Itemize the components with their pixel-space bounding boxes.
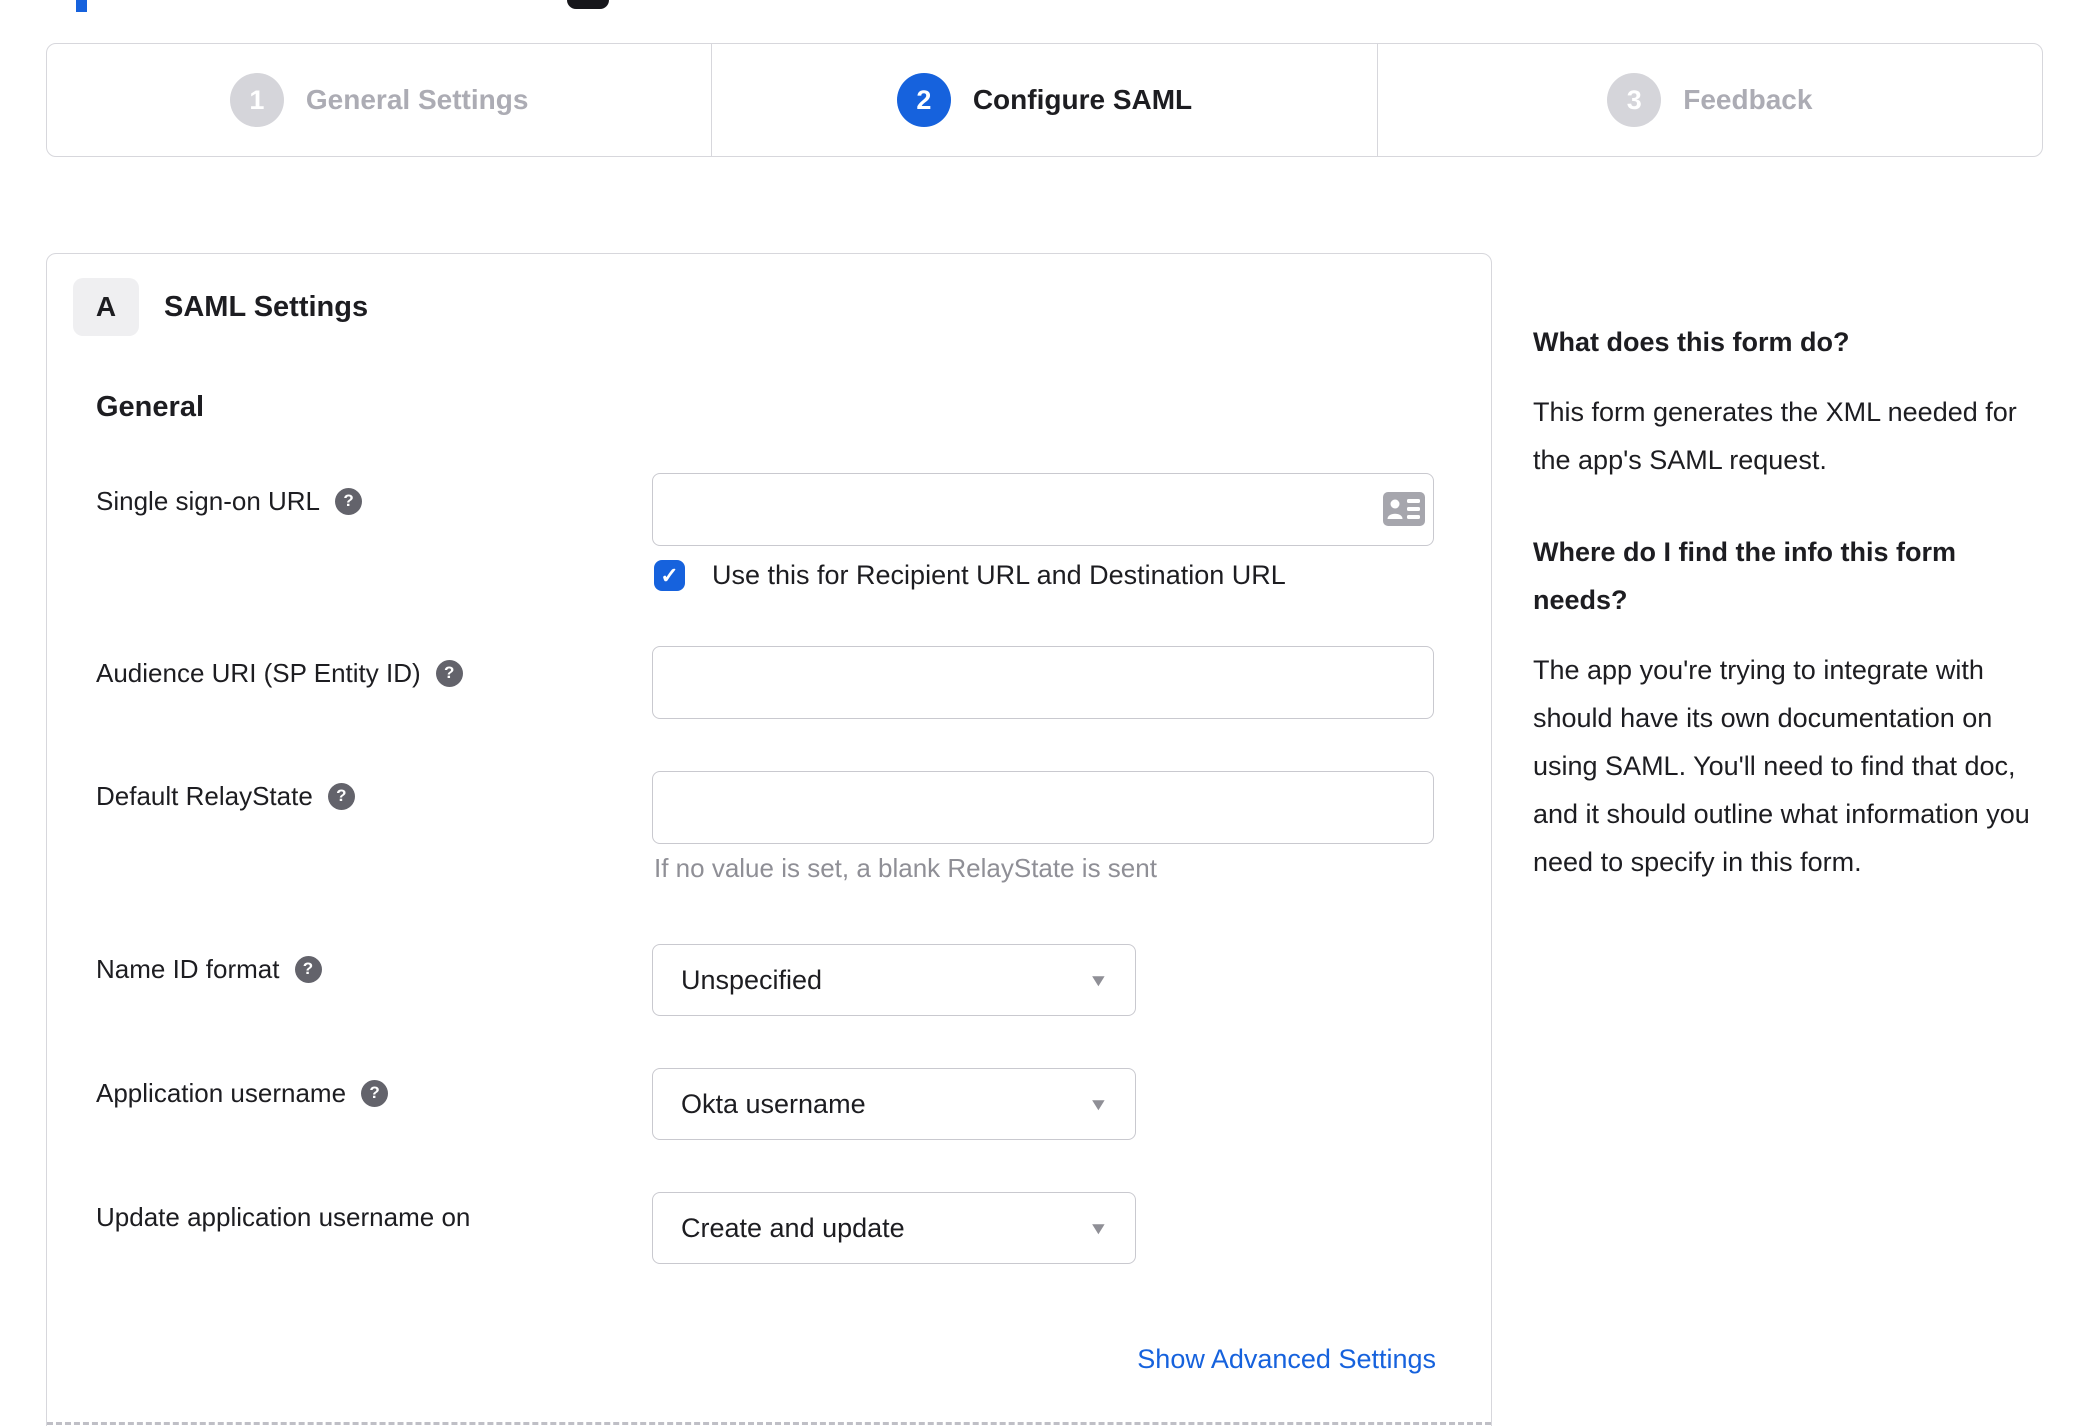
clipped-title-fragment [76,0,87,12]
select-value: Okta username [681,1088,866,1119]
help-panel: What does this form do? This form genera… [1533,318,2036,930]
update-username-label: Update application username on [96,1200,470,1234]
select-value: Create and update [681,1212,905,1243]
default-relaystate-label: Default RelayState ? [96,779,355,813]
clipped-icon-fragment [567,0,609,9]
step-label: Feedback [1683,84,1813,115]
section-divider-dashed [47,1422,1491,1425]
select-value: Unspecified [681,964,823,995]
checkbox-label: Use this for Recipient URL and Destinati… [712,560,1286,590]
show-advanced-settings-link[interactable]: Show Advanced Settings [1137,1344,1436,1375]
wizard-stepper: 1 General Settings 2 Configure SAML 3 Fe… [46,43,2043,157]
help-heading-2: Where do I find the info this form needs… [1533,537,1956,615]
checkmark-icon: ✓ [660,562,679,588]
caret-down-icon: ▼ [1088,1094,1110,1114]
help-paragraph-2: The app you're trying to integrate with … [1533,655,2030,877]
help-heading-1: What does this form do? [1533,327,1850,357]
audience-uri-input[interactable] [652,646,1434,719]
recipient-destination-checkbox[interactable]: ✓ [654,560,685,591]
application-username-select[interactable]: Okta username ▼ [652,1068,1136,1140]
help-paragraph-1: This form generates the XML needed for t… [1533,397,2017,475]
contact-card-icon[interactable] [1383,492,1425,526]
field-label-text: Application username [96,1077,347,1108]
application-username-label: Application username ? [96,1076,389,1110]
step-general-settings[interactable]: 1 General Settings [47,44,711,156]
help-icon[interactable]: ? [327,782,355,810]
step-number-badge: 3 [1607,73,1662,127]
single-sign-on-url-input[interactable] [652,473,1434,546]
help-icon[interactable]: ? [435,659,463,687]
name-id-format-label: Name ID format ? [96,952,322,986]
field-label-text: Name ID format [96,953,280,984]
audience-uri-label: Audience URI (SP Entity ID) ? [96,656,463,690]
step-configure-saml[interactable]: 2 Configure SAML [711,44,1376,156]
configure-saml-page: 1 General Settings 2 Configure SAML 3 Fe… [0,0,2092,1426]
relaystate-hint: If no value is set, a blank RelayState i… [654,853,1157,883]
caret-down-icon: ▼ [1088,1218,1110,1238]
update-username-select[interactable]: Create and update ▼ [652,1192,1136,1264]
field-label-text: Update application username on [96,1201,471,1232]
field-label-text: Default RelayState [96,780,313,811]
step-label: General Settings [305,84,529,115]
help-icon[interactable]: ? [361,1079,389,1107]
step-number-badge: 2 [896,73,951,127]
step-feedback[interactable]: 3 Feedback [1376,44,2042,156]
caret-down-icon: ▼ [1088,970,1110,990]
group-title-general: General [96,391,204,423]
name-id-format-select[interactable]: Unspecified ▼ [652,944,1136,1016]
single-sign-on-url-label: Single sign-on URL ? [96,484,363,518]
default-relaystate-input[interactable] [652,771,1434,844]
step-number-badge: 1 [229,73,284,127]
help-icon[interactable]: ? [294,955,322,983]
section-badge: A [73,278,139,336]
field-label-text: Single sign-on URL [96,485,321,516]
field-label-text: Audience URI (SP Entity ID) [96,657,421,688]
section-title: SAML Settings [164,290,369,323]
step-label: Configure SAML [972,84,1193,115]
help-icon[interactable]: ? [335,487,363,515]
saml-settings-panel: A SAML Settings General Single sign-on U… [46,253,1492,1426]
